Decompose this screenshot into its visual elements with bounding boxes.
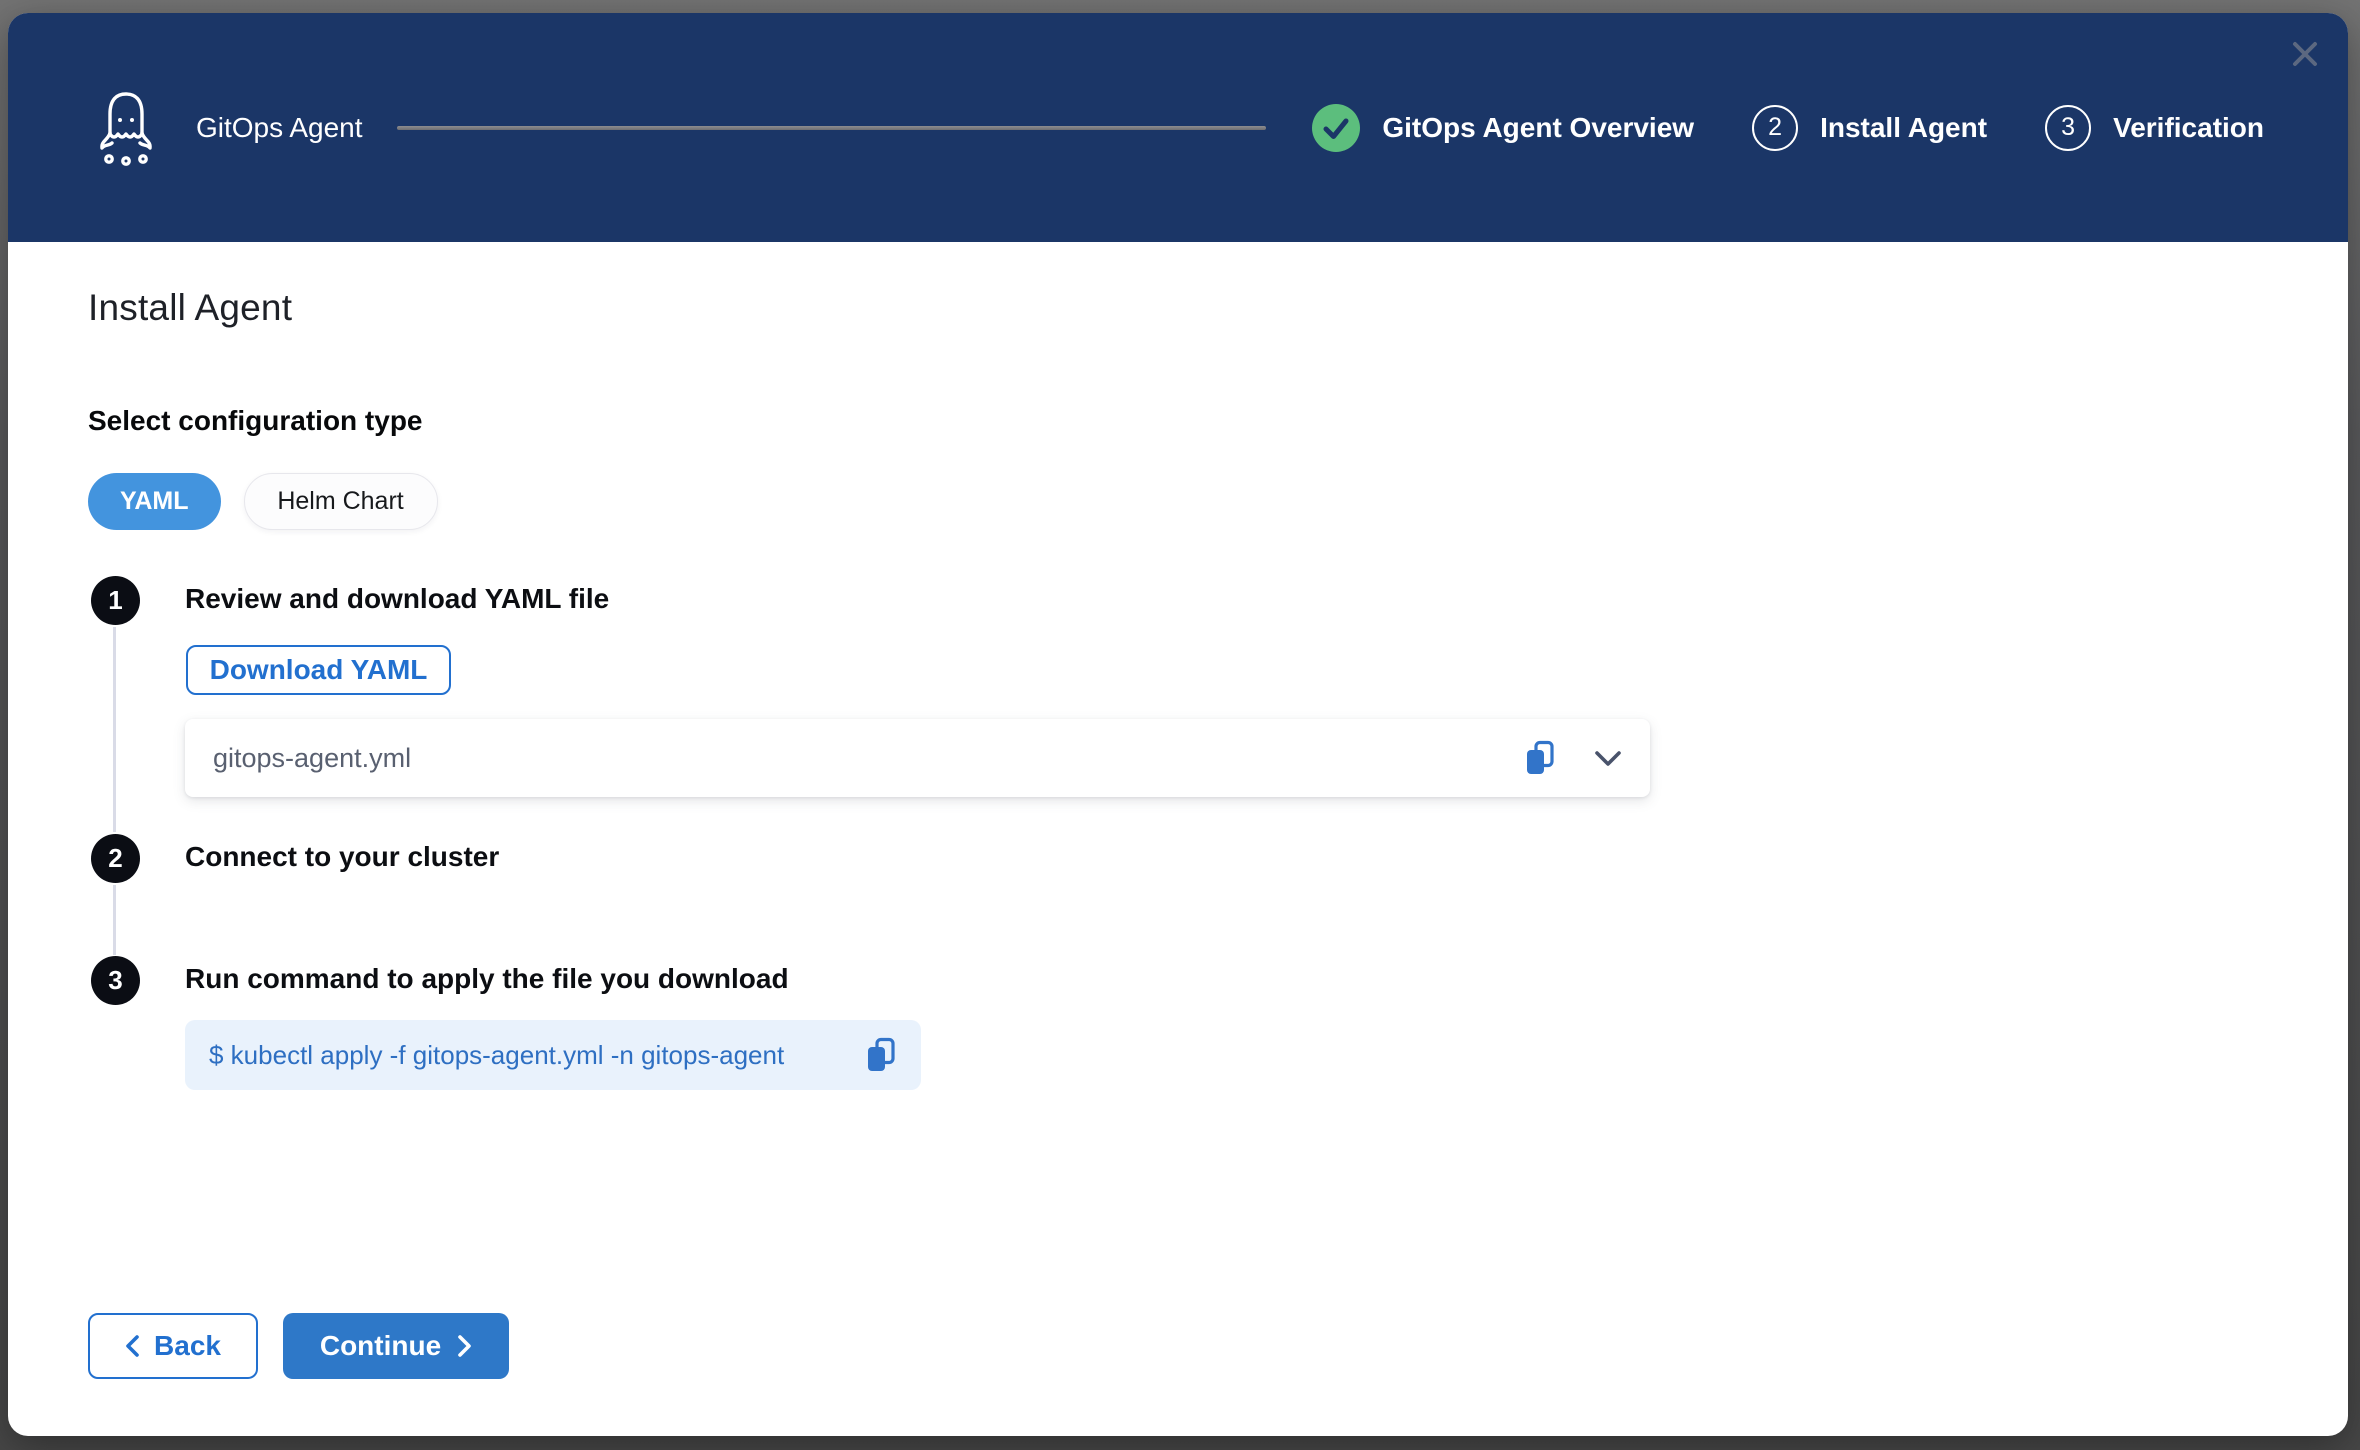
kubectl-command: $ kubectl apply -f gitops-agent.yml -n g… bbox=[209, 1040, 784, 1071]
yaml-file-row[interactable]: gitops-agent.yml bbox=[185, 719, 1650, 797]
yaml-file-name: gitops-agent.yml bbox=[213, 743, 411, 774]
step-3-badge: 3 bbox=[91, 956, 140, 1005]
config-option-yaml[interactable]: YAML bbox=[88, 473, 221, 530]
stepper-item-overview[interactable]: GitOps Agent Overview bbox=[1312, 104, 1694, 152]
step-number-badge: 3 bbox=[2045, 105, 2091, 151]
kubectl-command-box: $ kubectl apply -f gitops-agent.yml -n g… bbox=[185, 1020, 921, 1090]
wizard-header: GitOps Agent GitOps Agent Overview 2 Ins… bbox=[8, 13, 2348, 242]
step-2-title: Connect to your cluster bbox=[185, 841, 499, 873]
stepper-label-install-agent: Install Agent bbox=[1820, 112, 1987, 144]
step-1-badge: 1 bbox=[91, 576, 140, 625]
stepper-item-verification[interactable]: 3 Verification bbox=[2045, 105, 2264, 151]
page-title: Install Agent bbox=[88, 287, 292, 329]
config-type-toggle: YAML Helm Chart bbox=[88, 473, 438, 530]
config-type-label: Select configuration type bbox=[88, 405, 423, 437]
chevron-left-icon bbox=[125, 1334, 140, 1358]
header-divider bbox=[397, 126, 1267, 130]
step-1-title: Review and download YAML file bbox=[185, 583, 609, 615]
product-label: GitOps Agent bbox=[196, 112, 363, 144]
continue-button[interactable]: Continue bbox=[283, 1313, 509, 1379]
wizard-stepper: GitOps Agent Overview 2 Install Agent 3 … bbox=[1312, 104, 2264, 152]
step-connector bbox=[113, 885, 116, 955]
step-complete-check-icon bbox=[1312, 104, 1360, 152]
stepper-label-verification: Verification bbox=[2113, 112, 2264, 144]
copy-yaml-icon[interactable] bbox=[1524, 740, 1556, 776]
download-yaml-button[interactable]: Download YAML bbox=[186, 645, 451, 695]
chevron-right-icon bbox=[457, 1334, 472, 1358]
back-button-label: Back bbox=[154, 1330, 221, 1362]
stepper-item-install-agent[interactable]: 2 Install Agent bbox=[1752, 105, 1987, 151]
config-option-helm-chart[interactable]: Helm Chart bbox=[244, 473, 438, 530]
close-icon[interactable] bbox=[2288, 37, 2322, 71]
chevron-down-icon[interactable] bbox=[1594, 750, 1622, 767]
stepper-label-overview: GitOps Agent Overview bbox=[1382, 112, 1694, 144]
step-3-title: Run command to apply the file you downlo… bbox=[185, 963, 789, 995]
back-button[interactable]: Back bbox=[88, 1313, 258, 1379]
gitops-agent-logo-icon bbox=[96, 88, 156, 168]
continue-button-label: Continue bbox=[320, 1330, 441, 1362]
copy-command-icon[interactable] bbox=[865, 1037, 897, 1073]
step-2-badge: 2 bbox=[91, 834, 140, 883]
step-number-badge: 2 bbox=[1752, 105, 1798, 151]
install-agent-dialog: GitOps Agent GitOps Agent Overview 2 Ins… bbox=[8, 13, 2348, 1436]
step-connector bbox=[113, 627, 116, 832]
